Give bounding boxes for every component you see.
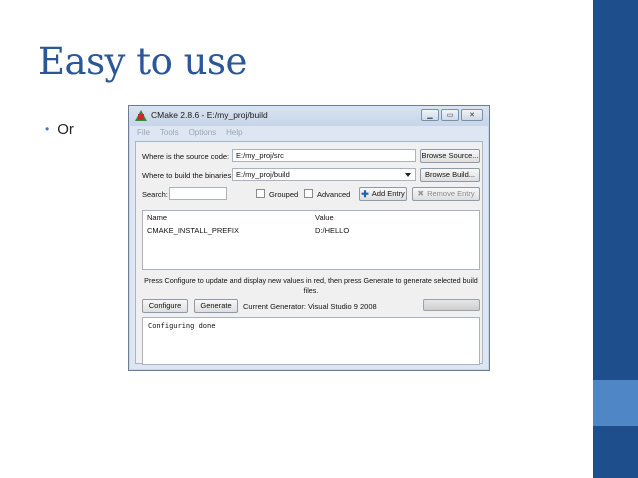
maximize-icon[interactable]: ▭: [441, 109, 459, 121]
title-bar[interactable]: CMake 2.8.6 - E:/my_proj/build ▁ ▭ ✕: [129, 106, 489, 126]
add-entry-label: Add Entry: [371, 189, 405, 199]
menu-bar: File Tools Options Help: [137, 128, 243, 137]
table-cell-value[interactable]: D:/HELLO: [315, 226, 349, 235]
chevron-down-icon[interactable]: [405, 173, 411, 177]
remove-entry-button[interactable]: ✖ Remove Entry: [412, 187, 480, 201]
progress-bar: [423, 299, 480, 311]
build-path-combobox[interactable]: E:/my_proj/build: [232, 168, 416, 181]
cmake-window: CMake 2.8.6 - E:/my_proj/build ▁ ▭ ✕ Fil…: [128, 105, 490, 371]
cmake-logo-icon: [135, 110, 147, 121]
menu-help[interactable]: Help: [226, 128, 242, 137]
sidebar-accent-bottom: [593, 426, 638, 478]
remove-entry-label: Remove Entry: [427, 189, 475, 199]
cache-table[interactable]: Name Value CMAKE_INSTALL_PREFIX D:/HELLO: [142, 210, 480, 270]
bullet-icon: •: [45, 122, 50, 136]
column-header-value[interactable]: Value: [315, 213, 334, 222]
cmake-client-area: Where is the source code: E:/my_proj/src…: [135, 141, 483, 365]
advanced-label: Advanced: [317, 190, 351, 199]
advanced-checkbox[interactable]: [304, 189, 313, 198]
menu-file[interactable]: File: [137, 128, 150, 137]
menu-tools[interactable]: Tools: [160, 128, 179, 137]
close-icon[interactable]: ✕: [461, 109, 483, 121]
bullet-text: Or: [57, 121, 74, 138]
window-controls: ▁ ▭ ✕: [421, 109, 483, 121]
window-title: CMake 2.8.6 - E:/my_proj/build: [151, 110, 268, 120]
grouped-checkbox[interactable]: [256, 189, 265, 198]
configure-button[interactable]: Configure: [142, 299, 188, 313]
slide-title: Easy to use: [38, 40, 247, 83]
info-text: Press Configure to update and display ne…: [142, 276, 480, 296]
remove-icon: ✖: [417, 189, 425, 198]
minimize-icon[interactable]: ▁: [421, 109, 439, 121]
add-entry-button[interactable]: ✚ Add Entry: [359, 187, 407, 201]
current-generator-text: Current Generator: Visual Studio 9 2008: [243, 302, 377, 311]
table-cell-name[interactable]: CMAKE_INSTALL_PREFIX: [147, 226, 239, 235]
grouped-label: Grouped: [269, 190, 299, 199]
browse-source-button[interactable]: Browse Source...: [420, 149, 480, 163]
info-line-2: files.: [303, 286, 319, 295]
add-icon: ✚: [361, 188, 369, 199]
source-path-field[interactable]: E:/my_proj/src: [232, 149, 416, 162]
sidebar-accent-light: [593, 380, 638, 426]
sidebar-accent-dark: [593, 0, 638, 380]
search-label: Search:: [142, 190, 168, 199]
search-input[interactable]: [169, 187, 227, 200]
column-header-name[interactable]: Name: [147, 213, 167, 222]
menu-options[interactable]: Options: [189, 128, 217, 137]
build-path-value: E:/my_proj/build: [236, 170, 290, 179]
build-label: Where to build the binaries:: [142, 171, 234, 180]
info-line-1: Press Configure to update and display ne…: [144, 276, 478, 285]
output-log[interactable]: Configuring done: [142, 317, 480, 365]
generate-button[interactable]: Generate: [194, 299, 238, 313]
browse-build-button[interactable]: Browse Build...: [420, 168, 480, 182]
bullet-item: • Or: [45, 121, 74, 138]
source-label: Where is the source code:: [142, 152, 230, 161]
